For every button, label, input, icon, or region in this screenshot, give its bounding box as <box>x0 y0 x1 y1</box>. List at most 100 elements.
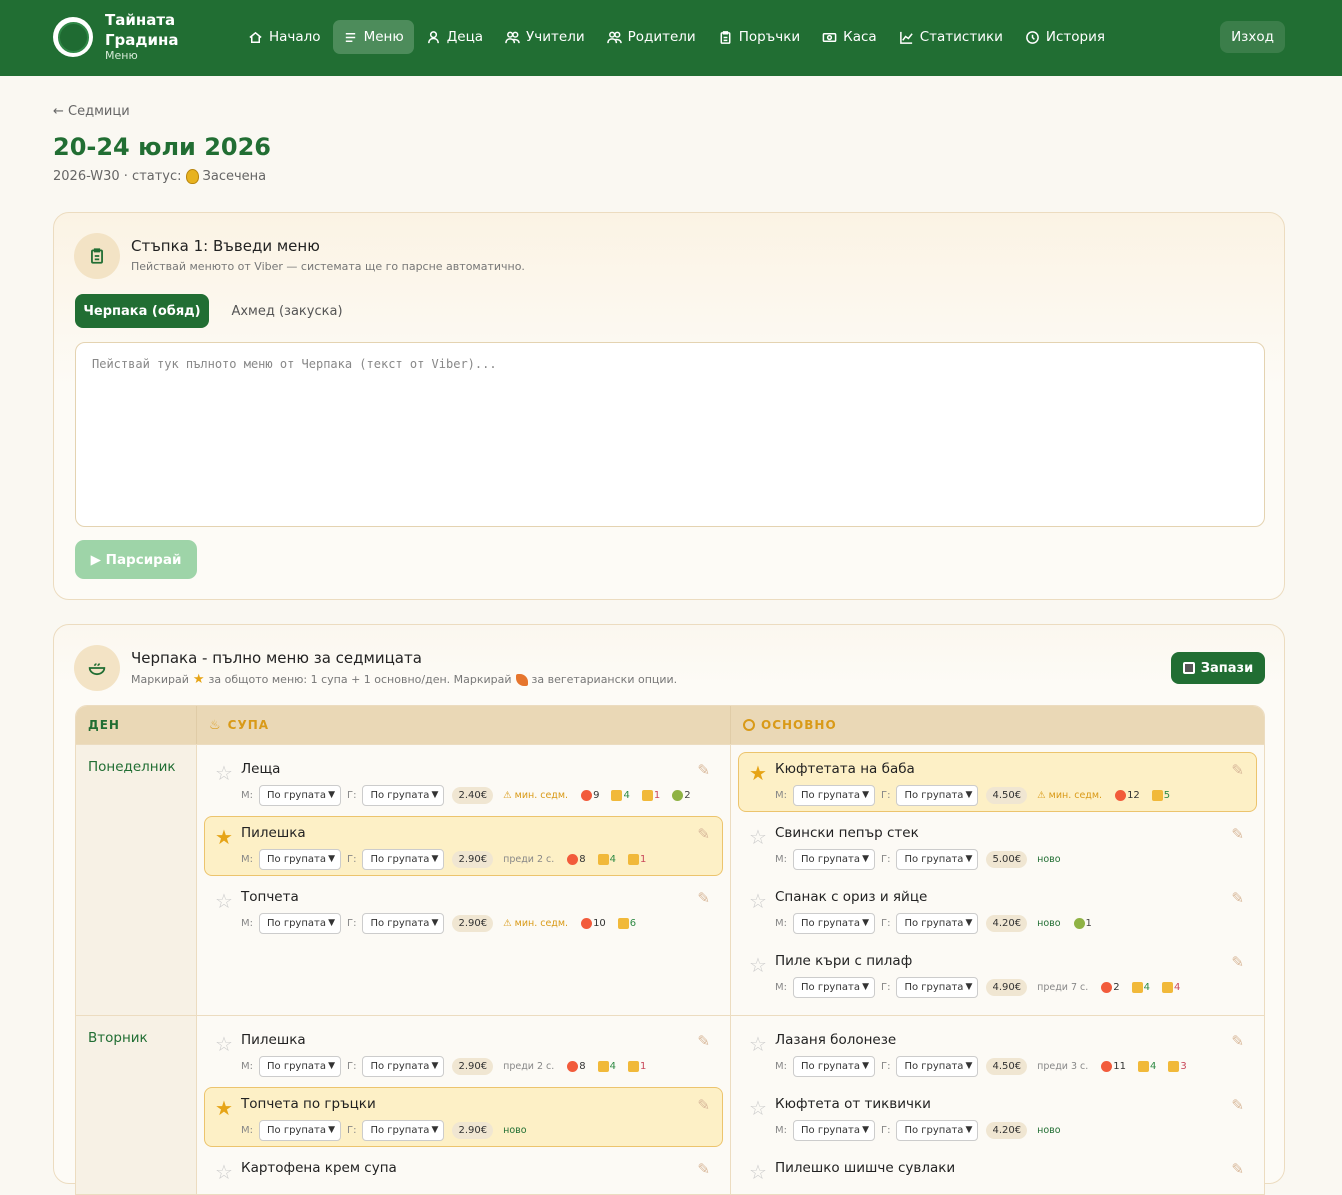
star-icon[interactable]: ☆ <box>215 763 233 783</box>
tab-cherpaka[interactable]: Черпака (обяд) <box>75 294 209 328</box>
g-select[interactable]: По групата ▼ <box>362 784 445 806</box>
history-note: ново <box>1037 1124 1061 1136</box>
star-icon[interactable]: ☆ <box>749 1034 767 1054</box>
carrot-icon[interactable]: ✎ <box>1231 1096 1244 1114</box>
history-note: ⚠ мин. седм. <box>503 789 569 801</box>
m-select[interactable]: По групата ▼ <box>259 1119 341 1141</box>
star-icon[interactable]: ☆ <box>215 1162 233 1182</box>
price-badge: 4.20€ <box>986 1121 1028 1139</box>
menu-item: ☆ Топчета ✎ М: По групата ▼ Г: По групата ▼ 2.90€… <box>204 880 723 940</box>
m-select[interactable]: По групата ▼ <box>259 912 341 934</box>
rating-up: 4 <box>595 1060 619 1072</box>
g-select[interactable]: По групата ▼ <box>896 784 979 806</box>
m-select[interactable]: По групата ▼ <box>259 784 341 806</box>
star-icon[interactable]: ☆ <box>749 1098 767 1118</box>
step1-title: Стъпка 1: Въведи меню <box>131 237 320 255</box>
up-emoji-icon <box>1138 1060 1149 1072</box>
item-controls: М: По групата ▼ Г: По групата ▼ 2.90€ преди 2 с… <box>241 1054 712 1078</box>
m-select[interactable]: По групата ▼ <box>793 848 875 870</box>
star-icon[interactable]: ★ <box>749 763 767 783</box>
g-select[interactable]: По групата ▼ <box>362 848 445 870</box>
history-note: преди 7 с. <box>1037 981 1089 993</box>
menu-item: ☆ Лазаня болонезе ✎ М: По групата ▼ Г: По група… <box>738 1023 1257 1083</box>
carrot-icon[interactable]: ✎ <box>697 825 710 843</box>
rating-down: 1 <box>625 853 649 865</box>
star-icon[interactable]: ★ <box>215 1098 233 1118</box>
g-select[interactable]: По групата ▼ <box>896 1119 979 1141</box>
carrot-icon[interactable]: ✎ <box>1231 953 1244 971</box>
floppy-icon <box>1182 662 1195 674</box>
nav-teachers[interactable]: Учители <box>495 20 595 54</box>
save-button[interactable]: Запази <box>1171 652 1265 684</box>
table-header: ДЕН ♨ СУПА ОСНОВНО <box>76 706 1264 744</box>
menu-item: ☆ Пилешка ✎ М: По групата ▼ Г: По групата ▼ 2.90€… <box>204 1023 723 1083</box>
nav-history[interactable]: История <box>1015 20 1115 54</box>
star-icon[interactable]: ★ <box>215 827 233 847</box>
m-select[interactable]: По групата ▼ <box>793 784 875 806</box>
star-icon[interactable]: ☆ <box>749 827 767 847</box>
carrot-icon[interactable]: ✎ <box>1231 825 1244 843</box>
nav-parents[interactable]: Родители <box>597 20 706 54</box>
logo[interactable] <box>53 17 93 57</box>
g-select[interactable]: По групата ▼ <box>896 1055 979 1077</box>
history-note: ново <box>1037 853 1061 865</box>
g-select[interactable]: По групата ▼ <box>896 912 979 934</box>
m-select[interactable]: По групата ▼ <box>793 1119 875 1141</box>
m-select[interactable]: По групата ▼ <box>259 848 341 870</box>
m-select[interactable]: По групата ▼ <box>793 976 875 998</box>
star-icon[interactable]: ☆ <box>749 955 767 975</box>
g-select[interactable]: По групата ▼ <box>896 976 979 998</box>
nav-stats[interactable]: Статистики <box>889 20 1013 54</box>
item-controls: М: По групата ▼ Г: По групата ▼ 4.50€ преди 3 с… <box>775 1054 1246 1078</box>
menu-item: ☆ Спанак с ориз и яйце ✎ М: По групата ▼ Г: По … <box>738 880 1257 940</box>
g-label: Г: <box>881 853 891 865</box>
g-select[interactable]: По групата ▼ <box>362 912 445 934</box>
nav-cash[interactable]: Каса <box>812 20 887 54</box>
star-icon[interactable]: ☆ <box>215 1034 233 1054</box>
garden-logo-icon <box>57 21 89 53</box>
m-label: М: <box>241 789 253 801</box>
g-select[interactable]: По групата ▼ <box>896 848 979 870</box>
tab-ahmed[interactable]: Ахмед (закуска) <box>219 294 355 328</box>
up-emoji-icon <box>597 1060 609 1072</box>
logout-button[interactable]: Изход <box>1220 21 1285 53</box>
carrot-icon[interactable]: ✎ <box>697 889 710 907</box>
menu-card-title: Черпака - пълно меню за седмицата <box>131 649 422 667</box>
carrot-icon[interactable]: ✎ <box>1231 1032 1244 1050</box>
nav-home[interactable]: Начало <box>238 20 331 54</box>
up-emoji-icon <box>617 917 629 929</box>
price-badge: 2.90€ <box>452 850 494 868</box>
carrot-icon[interactable]: ✎ <box>697 761 710 779</box>
star-icon[interactable]: ☆ <box>749 1162 767 1182</box>
m-select[interactable]: По групата ▼ <box>793 912 875 934</box>
carrot-icon[interactable]: ✎ <box>1231 761 1244 779</box>
history-icon <box>1026 30 1039 44</box>
carrot-icon[interactable]: ✎ <box>697 1160 710 1178</box>
carrot-icon[interactable]: ✎ <box>697 1032 710 1050</box>
nav-orders[interactable]: Поръчки <box>708 20 810 54</box>
nav-children[interactable]: Деца <box>416 20 493 54</box>
star-icon[interactable]: ☆ <box>215 891 233 911</box>
carrot-icon[interactable]: ✎ <box>697 1096 710 1114</box>
carrot-icon[interactable]: ✎ <box>1231 1160 1244 1178</box>
price-badge: 5.00€ <box>986 850 1028 868</box>
back-link[interactable]: ← Седмици <box>53 104 130 119</box>
m-select[interactable]: По групата ▼ <box>793 1055 875 1077</box>
star-icon[interactable]: ☆ <box>749 891 767 911</box>
step1-card: Стъпка 1: Въведи меню Пействай менюто от… <box>53 212 1285 600</box>
love-emoji-icon <box>1115 789 1127 801</box>
g-select[interactable]: По групата ▼ <box>362 1055 445 1077</box>
rating-down: 4 <box>1159 981 1183 993</box>
g-select[interactable]: По групата ▼ <box>362 1119 445 1141</box>
top-navbar: Тайната Градина Меню Начало Меню Деца Уч… <box>0 0 1342 76</box>
nav-menu[interactable]: Меню <box>332 20 414 54</box>
down-emoji-icon <box>1168 1060 1180 1072</box>
up-emoji-icon <box>597 853 609 865</box>
carrot-icon[interactable]: ✎ <box>1231 889 1244 907</box>
menu-textarea[interactable]: Пействай тук пълното меню от Черпака (те… <box>75 342 1265 527</box>
m-select[interactable]: По групата ▼ <box>259 1055 341 1077</box>
cash-icon <box>822 32 837 42</box>
main-column: ☆ Лазаня болонезе ✎ М: По групата ▼ Г: По група… <box>731 1016 1264 1194</box>
price-badge: 2.90€ <box>452 1121 494 1139</box>
parse-button[interactable]: ▶ Парсирай <box>75 540 197 579</box>
